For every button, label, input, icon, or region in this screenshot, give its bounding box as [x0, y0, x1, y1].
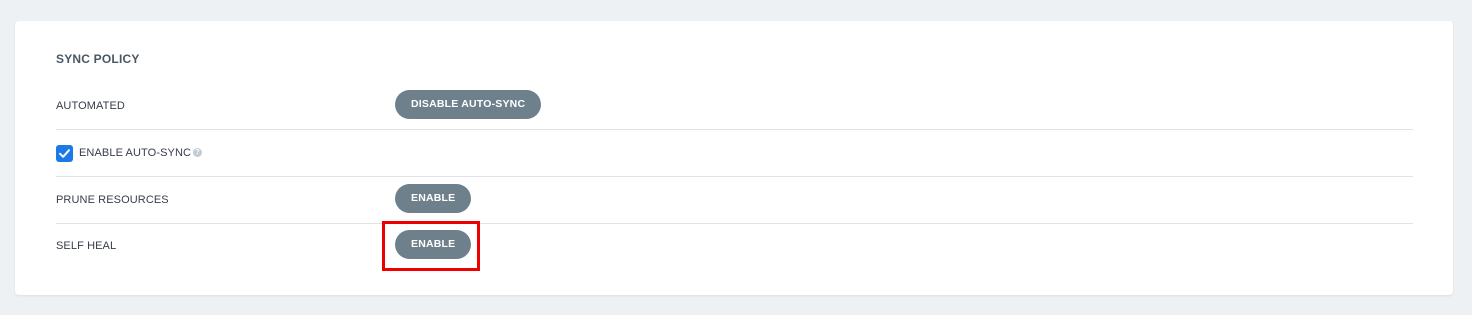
enable-auto-sync-label-wrap: ENABLE AUTO-SYNC? [79, 147, 203, 159]
automated-label: AUTOMATED [56, 100, 125, 112]
enable-auto-sync-label: ENABLE AUTO-SYNC [79, 147, 192, 159]
enable-auto-sync-checkbox[interactable] [56, 145, 73, 162]
disable-auto-sync-button[interactable]: DISABLE AUTO-SYNC [395, 90, 542, 119]
prune-resources-row: PRUNE RESOURCES ENABLE [56, 177, 1413, 224]
sync-policy-panel: SYNC POLICY AUTOMATED DISABLE AUTO-SYNC … [15, 21, 1453, 295]
automated-row: AUTOMATED DISABLE AUTO-SYNC [56, 83, 1413, 130]
self-heal-row: SELF HEAL ENABLE [56, 223, 1413, 269]
self-heal-enable-button[interactable]: ENABLE [395, 230, 472, 259]
checkmark-icon [59, 149, 70, 158]
self-heal-label: SELF HEAL [56, 240, 117, 252]
enable-auto-sync-row: ENABLE AUTO-SYNC? [56, 130, 1413, 177]
prune-resources-enable-button[interactable]: ENABLE [395, 184, 472, 213]
section-title: SYNC POLICY [56, 52, 140, 66]
help-circle-icon[interactable]: ? [193, 147, 203, 157]
prune-resources-label: PRUNE RESOURCES [56, 194, 169, 206]
